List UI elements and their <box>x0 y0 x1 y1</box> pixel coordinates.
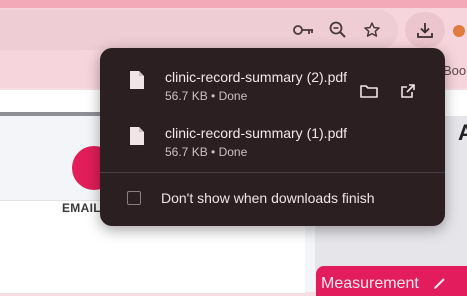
file-icon <box>130 127 144 145</box>
email-label: EMAIL <box>62 201 101 215</box>
star-icon[interactable] <box>358 16 386 44</box>
extension-icon[interactable] <box>452 24 466 38</box>
download-button[interactable] <box>405 12 445 48</box>
tab-strip <box>0 0 467 8</box>
file-icon <box>130 71 144 89</box>
download-filename: clinic-record-summary (1).pdf <box>165 125 348 141</box>
downloads-bubble: clinic-record-summary (2).pdf 56.7 KB • … <box>100 48 445 226</box>
download-item[interactable]: clinic-record-summary (2).pdf 56.7 KB • … <box>100 58 445 112</box>
dont-show-checkbox[interactable] <box>127 191 141 205</box>
measurement-tab-label: Measurement <box>321 275 419 292</box>
download-icon <box>417 23 433 38</box>
right-heading: A <box>458 120 467 145</box>
bookmark-item[interactable]: Boo <box>443 63 466 78</box>
download-meta: 56.7 KB • Done <box>165 89 248 103</box>
folder-icon[interactable] <box>358 80 380 102</box>
open-external-icon[interactable] <box>397 80 419 102</box>
pencil-icon[interactable] <box>433 276 447 290</box>
divider <box>100 172 445 173</box>
download-item[interactable]: clinic-record-summary (1).pdf 56.7 KB • … <box>100 114 445 168</box>
download-filename: clinic-record-summary (2).pdf <box>165 69 347 85</box>
dont-show-label[interactable]: Don't show when downloads finish <box>161 190 375 206</box>
key-icon[interactable] <box>290 16 318 44</box>
download-meta: 56.7 KB • Done <box>165 145 248 159</box>
zoom-out-icon[interactable] <box>324 16 352 44</box>
